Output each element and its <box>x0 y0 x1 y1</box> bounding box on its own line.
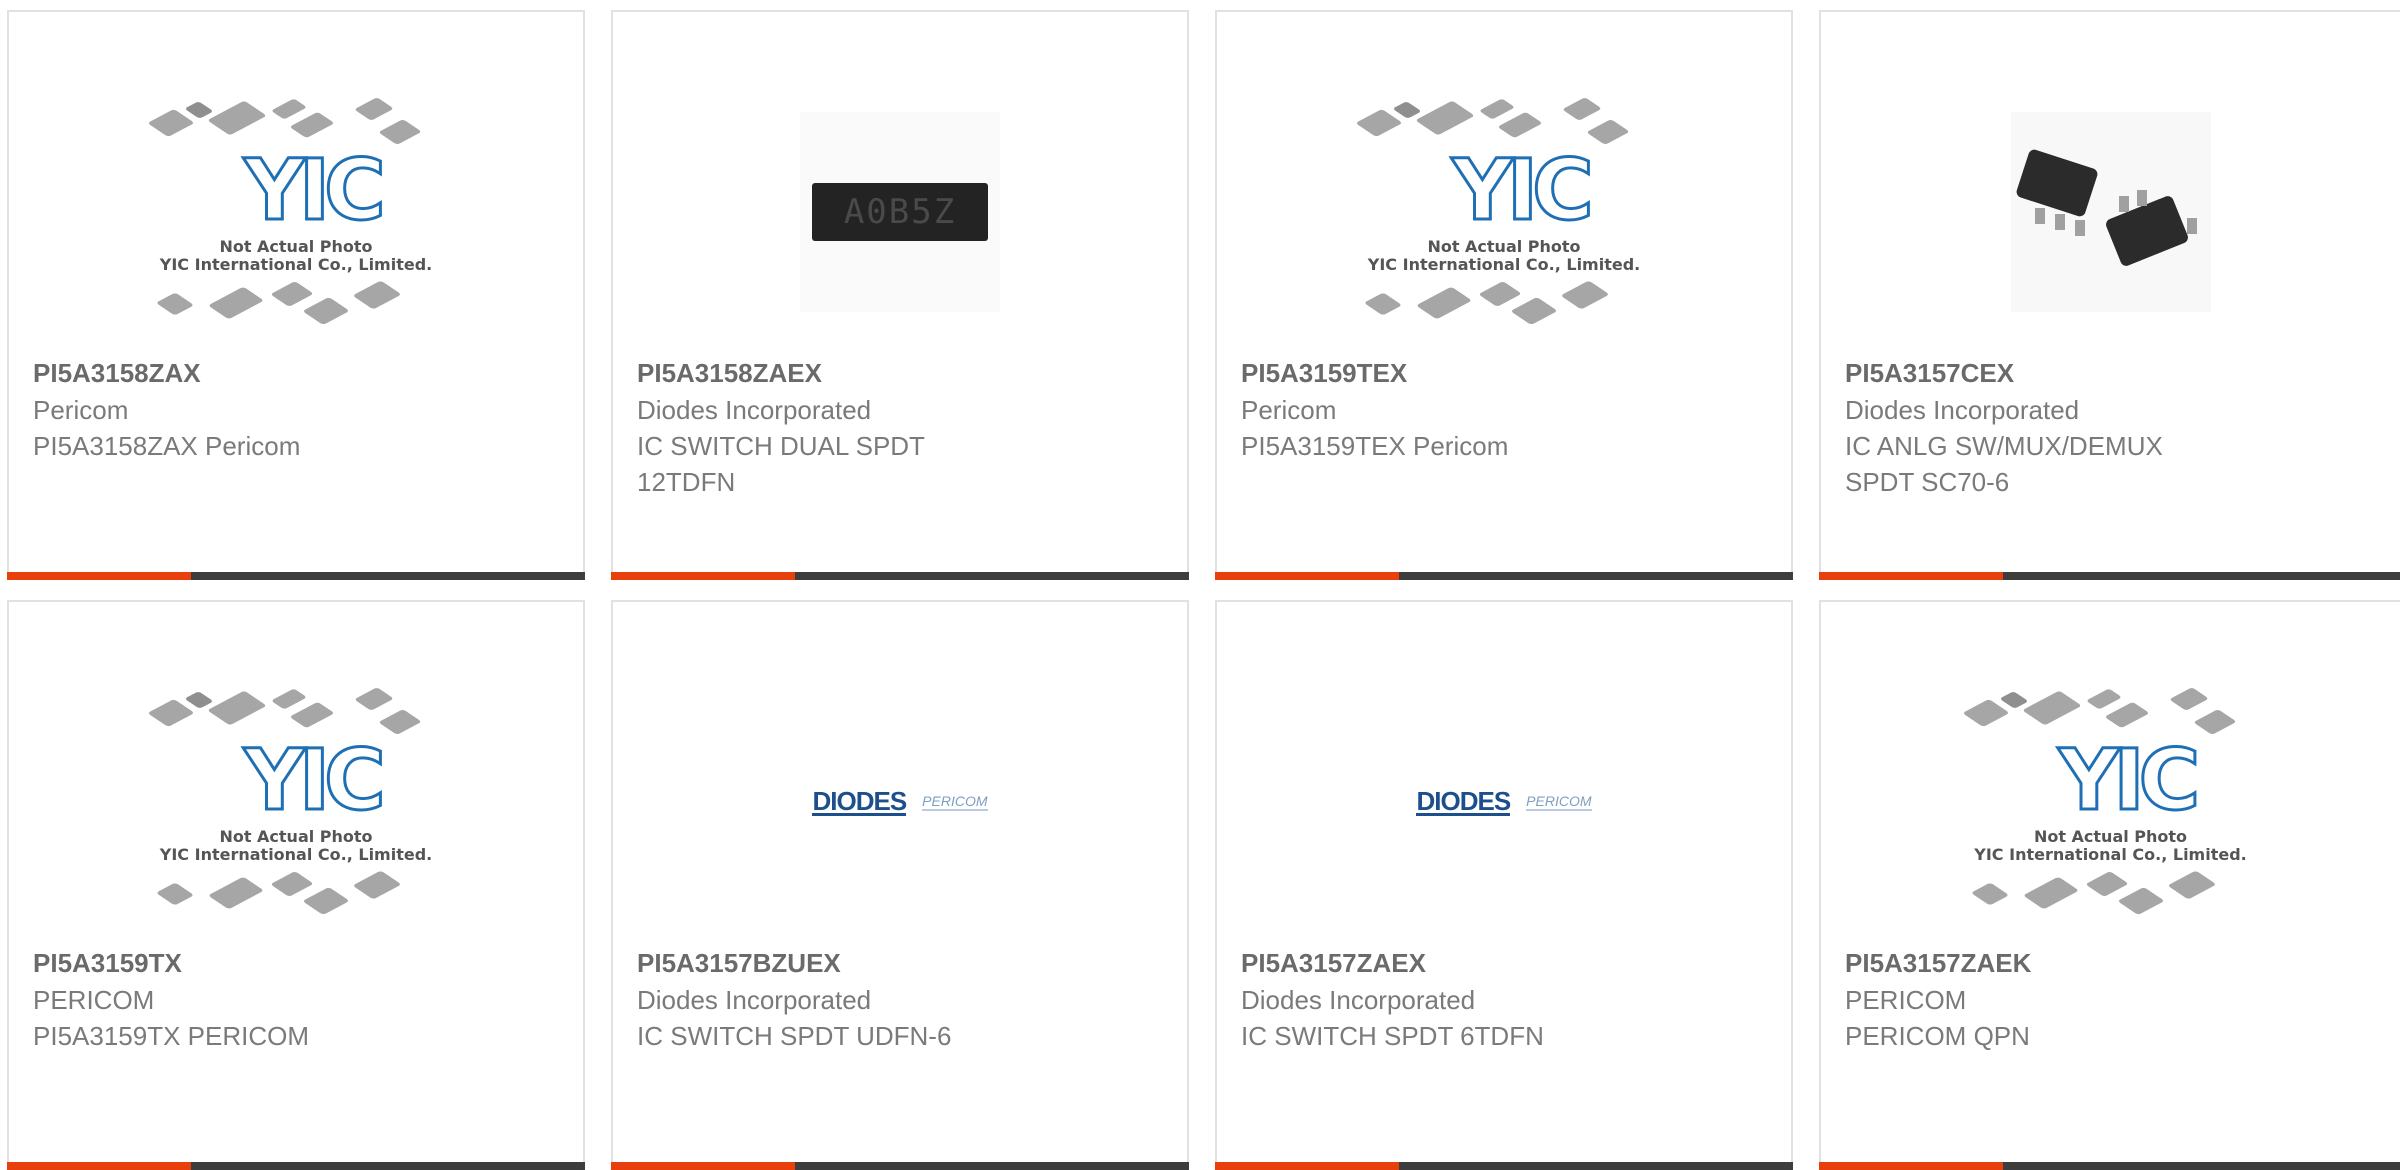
description: IC SWITCH DUAL SPDT 12TDFN <box>637 431 925 497</box>
yic-logo: YIC <box>243 141 388 239</box>
part-number[interactable]: PI5A3157ZAEX <box>1241 944 1767 982</box>
yic-placeholder-image: YIC Not Actual Photo YIC International C… <box>146 682 446 922</box>
part-number[interactable]: PI5A3158ZAEX <box>637 354 1163 392</box>
description: IC SWITCH SPDT 6TDFN <box>1241 1021 1544 1051</box>
manufacturer: Diodes Incorporated <box>1241 985 1476 1015</box>
product-card[interactable]: PI5A3157CEX Diodes Incorporated IC ANLG … <box>1819 10 2400 580</box>
yic-logo: YIC <box>243 731 388 829</box>
yic-logo: YIC <box>2057 731 2202 829</box>
card-accent-bar <box>1215 572 1399 580</box>
image-caption: Not Actual Photo YIC International Co., … <box>1974 827 2247 864</box>
product-info: PI5A3157ZAEX Diodes Incorporated IC SWIT… <box>1241 944 1767 1054</box>
ic-chip-photo: A0B5Z <box>800 112 1000 312</box>
product-card[interactable]: YIC Not Actual Photo YIC International C… <box>1215 10 1793 580</box>
card-accent-bar <box>1215 1162 1399 1170</box>
description: IC SWITCH SPDT UDFN-6 <box>637 1021 952 1051</box>
product-card[interactable]: DIODES PERICOM PI5A3157ZAEX Diodes Incor… <box>1215 600 1793 1170</box>
product-card[interactable]: A0B5Z PI5A3158ZAEX Diodes Incorporated I… <box>611 10 1189 580</box>
part-number[interactable]: PI5A3157CEX <box>1845 354 2376 392</box>
image-caption: Not Actual Photo YIC International Co., … <box>159 237 433 274</box>
card-bottom-bar <box>7 572 585 580</box>
diodes-pericom-logo: DIODES PERICOM <box>812 785 988 816</box>
diodes-logo: DIODES <box>1416 785 1511 816</box>
part-number[interactable]: PI5A3158ZAX <box>33 354 559 392</box>
yic-placeholder-image: YIC Not Actual Photo YIC International C… <box>1961 682 2261 922</box>
card-bottom-bar <box>7 1162 585 1170</box>
card-accent-bar <box>1819 1162 2003 1170</box>
manufacturer: Pericom <box>33 395 129 425</box>
product-image[interactable]: YIC Not Actual Photo YIC International C… <box>1217 72 1791 352</box>
image-caption: Not Actual Photo YIC International Co., … <box>1367 237 1641 274</box>
chip-marking: A0B5Z <box>812 183 988 241</box>
product-info: PI5A3157ZAEK PERICOM PERICOM QPN <box>1845 944 2376 1054</box>
diodes-logo: DIODES <box>812 785 907 816</box>
card-accent-bar <box>611 572 795 580</box>
description: PI5A3159TX PERICOM <box>33 1021 309 1051</box>
card-bottom-bar <box>1819 1162 2400 1170</box>
sc70-package-photo <box>2010 112 2211 312</box>
product-image[interactable]: YIC Not Actual Photo YIC International C… <box>1821 662 2400 942</box>
card-bottom-bar <box>1215 572 1793 580</box>
yic-placeholder-image: YIC Not Actual Photo YIC International C… <box>1354 92 1654 332</box>
manufacturer: PERICOM <box>33 985 155 1015</box>
pericom-logo: PERICOM <box>922 793 988 811</box>
description: PI5A3158ZAX Pericom <box>33 431 301 461</box>
manufacturer: Diodes Incorporated <box>1845 395 2080 425</box>
card-accent-bar <box>7 572 191 580</box>
pericom-logo: PERICOM <box>1526 793 1592 811</box>
product-info: PI5A3158ZAEX Diodes Incorporated IC SWIT… <box>637 354 1163 500</box>
product-card[interactable]: DIODES PERICOM PI5A3157BZUEX Diodes Inco… <box>611 600 1189 1170</box>
description: IC ANLG SW/MUX/DEMUX SPDT SC70-6 <box>1845 431 2163 497</box>
product-image[interactable]: DIODES PERICOM <box>613 662 1187 942</box>
product-card[interactable]: YIC Not Actual Photo YIC International C… <box>1819 600 2400 1170</box>
image-caption: Not Actual Photo YIC International Co., … <box>159 827 433 864</box>
product-image[interactable]: DIODES PERICOM <box>1217 662 1791 942</box>
manufacturer: Diodes Incorporated <box>637 985 872 1015</box>
card-bottom-bar <box>611 1162 1189 1170</box>
part-number[interactable]: PI5A3159TEX <box>1241 354 1767 392</box>
manufacturer: Pericom <box>1241 395 1337 425</box>
product-info: PI5A3157BZUEX Diodes Incorporated IC SWI… <box>637 944 1163 1054</box>
product-grid: YIC Not Actual Photo YIC International C… <box>0 0 2400 1170</box>
product-info: PI5A3157CEX Diodes Incorporated IC ANLG … <box>1845 354 2376 500</box>
product-image[interactable]: YIC Not Actual Photo YIC International C… <box>9 72 583 352</box>
product-image[interactable]: YIC Not Actual Photo YIC International C… <box>9 662 583 942</box>
description: PERICOM QPN <box>1845 1021 2030 1051</box>
product-info: PI5A3158ZAX Pericom PI5A3158ZAX Pericom <box>33 354 559 464</box>
part-number[interactable]: PI5A3159TX <box>33 944 559 982</box>
description: PI5A3159TEX Pericom <box>1241 431 1509 461</box>
diodes-pericom-logo: DIODES PERICOM <box>1416 785 1592 816</box>
manufacturer: Diodes Incorporated <box>637 395 872 425</box>
product-info: PI5A3159TX PERICOM PI5A3159TX PERICOM <box>33 944 559 1054</box>
product-card[interactable]: YIC Not Actual Photo YIC International C… <box>7 600 585 1170</box>
manufacturer: PERICOM <box>1845 985 1967 1015</box>
yic-placeholder-image: YIC Not Actual Photo YIC International C… <box>146 92 446 332</box>
product-card[interactable]: YIC Not Actual Photo YIC International C… <box>7 10 585 580</box>
card-accent-bar <box>611 1162 795 1170</box>
part-number[interactable]: PI5A3157BZUEX <box>637 944 1163 982</box>
product-image[interactable]: A0B5Z <box>613 72 1187 352</box>
card-bottom-bar <box>1215 1162 1793 1170</box>
part-number[interactable]: PI5A3157ZAEK <box>1845 944 2376 982</box>
card-bottom-bar <box>611 572 1189 580</box>
card-accent-bar <box>7 1162 191 1170</box>
card-bottom-bar <box>1819 572 2400 580</box>
card-accent-bar <box>1819 572 2003 580</box>
product-image[interactable] <box>1821 72 2400 352</box>
yic-logo: YIC <box>1451 141 1596 239</box>
product-info: PI5A3159TEX Pericom PI5A3159TEX Pericom <box>1241 354 1767 464</box>
